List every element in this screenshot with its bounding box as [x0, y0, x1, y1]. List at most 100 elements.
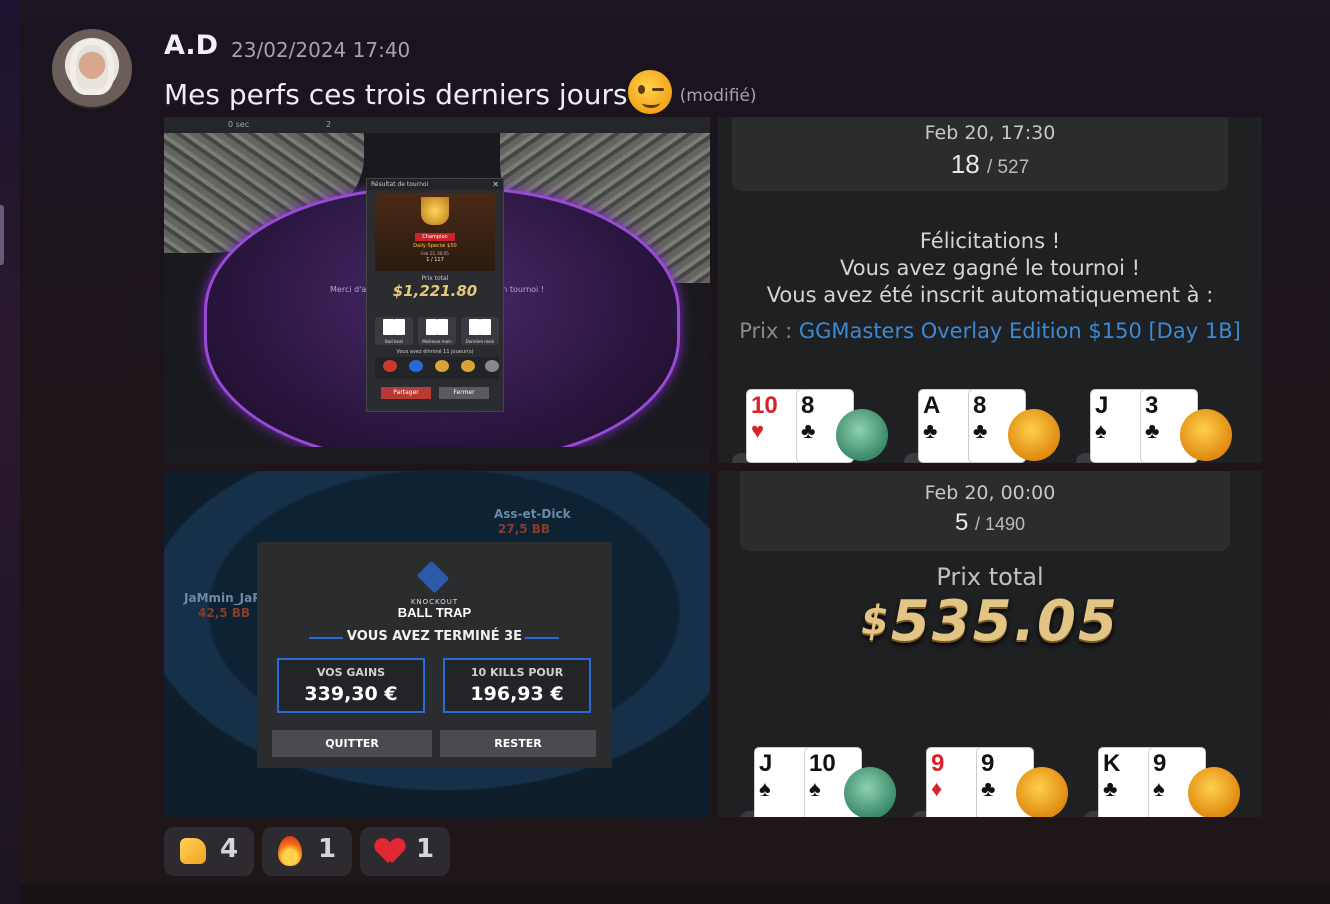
finish-modal: KNOCKOUT BALL TRAP VOUS AVEZ TERMINÉ 3E …: [257, 542, 612, 768]
result-date: Feb 20, 17:30: [924, 122, 1056, 144]
card-suit: ♠: [1153, 776, 1165, 801]
hand-card-pair-1: 10 ♥ 8 ♣: [732, 389, 896, 463]
hand-card-pair-3: J ♠ 3 ♣: [1076, 389, 1240, 463]
result-date: Feb 20, 00:00: [924, 482, 1056, 504]
card-rank: 10: [809, 750, 836, 777]
close-icon[interactable]: ✕: [492, 180, 499, 189]
attachment-image-4[interactable]: Feb 20, 00:00 5 / 1490 Prix total $535.0…: [718, 471, 1262, 817]
hand-card-pair-1: J ♠ 10 ♠: [740, 747, 904, 817]
prize-label: Prix total: [936, 563, 1044, 591]
hand-bad-beat[interactable]: Bad beat: [375, 317, 413, 345]
logo-line-2: BALL TRAP: [397, 605, 472, 620]
facepalm-emoji-icon: [1180, 409, 1232, 461]
attachment-image-2[interactable]: Feb 20, 17:30 18 / 527 Félicitations ! V…: [718, 117, 1262, 463]
card-suit: ♣: [1103, 776, 1118, 801]
card-rank: A: [923, 392, 941, 419]
edited-label: (modifié): [679, 86, 757, 106]
card-suit: ♦: [931, 776, 943, 801]
card-rank: 9: [931, 750, 945, 777]
quit-button[interactable]: QUITTER: [272, 730, 432, 757]
player-avatar: [435, 360, 449, 372]
hand-card-pair-2: 9 ♦ 9 ♣: [912, 747, 1076, 817]
hand-last[interactable]: Dernière main: [461, 317, 499, 345]
player-avatar: [461, 360, 475, 372]
attachment-image-3[interactable]: JaMmin_JaRs 42,5 BB Ass-et-Dick 27,5 BB …: [164, 471, 710, 817]
congrats-line-1: Félicitations !: [919, 229, 1061, 253]
prize-label: Prix total: [421, 275, 449, 282]
thinking-emoji-icon: [1008, 409, 1060, 461]
close-button[interactable]: Fermer: [439, 387, 489, 399]
prize-value: 535.05: [890, 589, 1119, 654]
seat-top-name: Ass-et-Dick: [494, 507, 571, 521]
attachment-image-1[interactable]: 0 sec 2 Merci d'av in tournoi ! Résultat…: [164, 117, 710, 463]
card-rank: 3: [1145, 392, 1159, 419]
card-rank: J: [759, 750, 773, 777]
hand-card-pair-3: K ♣ 9 ♠: [1084, 747, 1248, 817]
rail-handle[interactable]: [0, 205, 4, 265]
message-text: Mes perfs ces trois derniers jours: [164, 78, 628, 111]
card-rank: 9: [1153, 750, 1167, 777]
topbar-time: 0 sec: [228, 120, 250, 129]
heart-icon: [376, 839, 404, 865]
trophy-icon: [421, 197, 449, 225]
rank-value: 5: [954, 509, 969, 536]
card-suit: ♠: [759, 776, 771, 801]
card-rank: 8: [801, 392, 815, 419]
reaction-thumbs-up[interactable]: 4: [164, 827, 254, 876]
hand-best[interactable]: Meilleure main: [418, 317, 456, 345]
player-avatar: [383, 360, 397, 372]
reaction-heart[interactable]: 1: [360, 827, 450, 876]
rank-value: 18: [950, 149, 980, 179]
hand-label: Bad beat: [384, 339, 404, 344]
avatar-face: [80, 53, 104, 79]
felt-text-left: Merci d'av: [330, 285, 372, 294]
card-suit: ♠: [1095, 418, 1107, 443]
card-rank: K: [1103, 750, 1121, 777]
hand-label: Dernière main: [465, 339, 495, 344]
sad-emoji-icon: [844, 767, 896, 817]
card-suit: ♥: [751, 418, 765, 443]
card-suit: ♣: [1145, 418, 1160, 443]
result-rank: 18 / 527: [718, 149, 1262, 180]
username[interactable]: A.D: [164, 30, 218, 61]
player-avatar: [485, 360, 499, 372]
thumbs-up-icon: [180, 838, 206, 864]
prize-currency: $: [861, 598, 891, 644]
prize-event-link[interactable]: GGMasters Overlay Edition $150 [Day 1B]: [799, 319, 1241, 343]
facepalm-emoji-icon: [1188, 767, 1240, 817]
kills-box: 10 KILLS POUR 196,93 €: [443, 658, 591, 713]
sad-emoji-icon: [836, 409, 888, 461]
prize-prefix: Prix :: [739, 319, 793, 343]
tournament-name: Daily Special $50: [413, 243, 457, 249]
card-suit: ♣: [973, 418, 988, 443]
table-topbar: 0 sec 2: [164, 117, 710, 133]
reaction-fire[interactable]: 1: [262, 827, 352, 876]
tournament-result-modal: Résultat de tournoi ✕ Champion Daily Spe…: [366, 178, 504, 412]
hand-card-pair-2: A ♣ 8 ♣: [904, 389, 1068, 463]
stay-button[interactable]: RESTER: [440, 730, 596, 757]
gains-label: VOS GAINS: [316, 666, 386, 679]
modal-title: Résultat de tournoi: [367, 179, 503, 190]
reaction-count: 4: [220, 834, 239, 864]
rank-total: / 1490: [974, 514, 1026, 534]
card-rank: 8: [973, 392, 987, 419]
thinking-emoji-icon: [1016, 767, 1068, 817]
prize-amount: $535.05: [718, 589, 1262, 654]
seat-left-name: JaMmin_JaRs: [184, 591, 269, 605]
message-bottom-strip: [20, 884, 1330, 904]
congrats-text: Félicitations ! Vous avez gagné le tourn…: [718, 228, 1262, 309]
seat-top-bb: 27,5 BB: [498, 522, 551, 536]
timestamp: 23/02/2024 17:40: [231, 38, 411, 62]
eliminated-players: [375, 357, 499, 379]
share-button[interactable]: Partager: [381, 387, 431, 399]
result-rank: 5 / 1490: [718, 509, 1262, 537]
congrats-line-2: Vous avez gagné le tournoi !: [839, 256, 1141, 280]
gains-value: 339,30 €: [304, 683, 398, 705]
prize-amount: $1,221.80: [392, 282, 478, 300]
avatar[interactable]: [52, 29, 132, 109]
wink-emoji-icon: [627, 70, 672, 114]
congrats-line-3: Vous avez été inscrit automatiquement à …: [766, 283, 1214, 307]
kills-value: 196,93 €: [470, 683, 564, 705]
fire-icon: [278, 836, 302, 866]
card-suit: ♣: [981, 776, 996, 801]
